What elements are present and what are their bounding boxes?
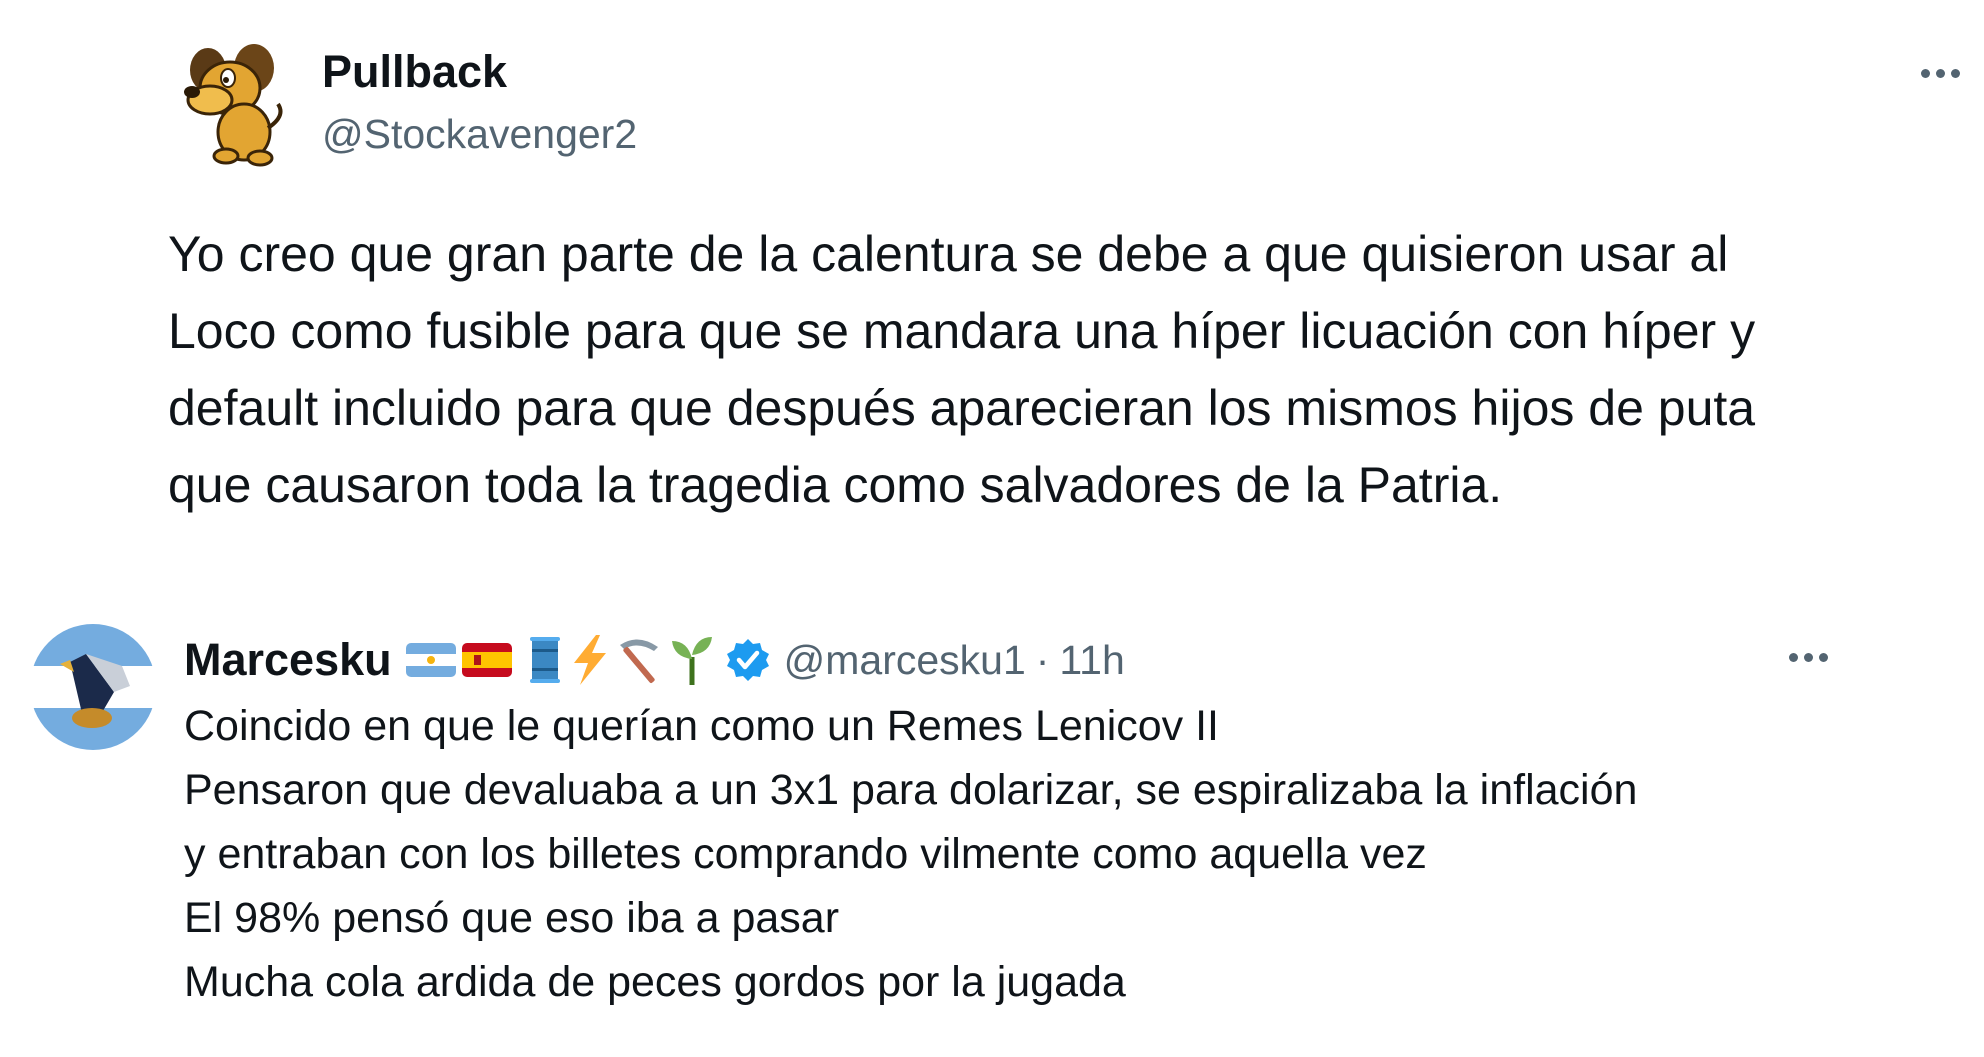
oil-drum-icon [529,637,560,683]
more-options-icon [1920,68,1930,78]
avatar-marcesku[interactable] [30,624,156,750]
avatar-pullback[interactable] [168,40,296,168]
reply-text: Coincido en que le querían como un Remes… [184,702,1638,1006]
reply-header: Marcesku @marcesku1 · 11h [184,628,1125,692]
more-options-icon-dot [1935,68,1945,78]
dot-separator: · [1035,636,1050,683]
author-name[interactable]: Pullback [322,44,507,100]
more-options-button[interactable] [1910,48,1970,98]
reply-timestamp[interactable]: 11h [1059,637,1124,684]
more-options-icon [1788,652,1798,662]
more-options-icon-dot [1818,652,1828,662]
more-options-icon-dot [1803,652,1813,662]
author-handle[interactable]: @Stockavenger2 [322,108,637,160]
pickaxe-icon [619,639,658,683]
cartoon-dog-icon [184,44,283,167]
reply-more-options-button[interactable] [1778,632,1838,682]
verified-badge-icon [726,639,769,681]
spain-flag-icon [461,643,512,677]
lightning-icon [573,635,606,685]
argentina-flag-icon [405,643,456,677]
reply-author-name[interactable]: Marcesku [184,632,392,688]
more-options-icon-dot [1950,68,1960,78]
avatar-image [30,624,156,750]
reply-author-handle[interactable]: @marcesku1 [784,637,1026,684]
seedling-icon [671,637,712,685]
tweet-text: Yo creo que gran parte de la calentura s… [168,226,1756,513]
